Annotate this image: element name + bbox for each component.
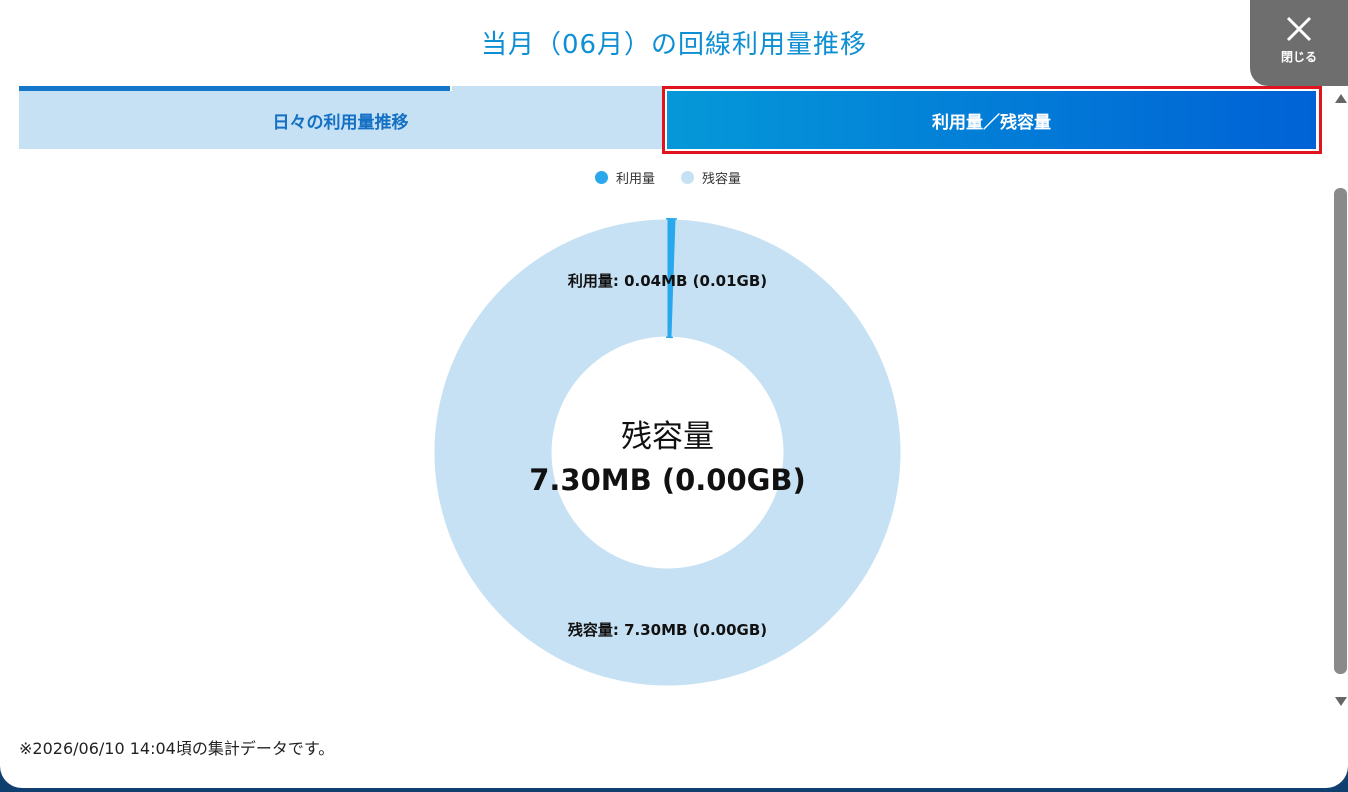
donut-center-value: 7.30MB (0.00GB) (529, 463, 806, 497)
scrollbar[interactable] (1334, 86, 1348, 710)
tab-usage-remaining[interactable]: 利用量／残容量 (667, 91, 1316, 149)
close-button[interactable]: 閉じる (1250, 0, 1348, 86)
legend-dot-usage (594, 171, 608, 184)
legend-item-usage[interactable]: 利用量 (594, 168, 655, 187)
data-timestamp-note: ※2026/06/10 14:04頃の集計データです。 (19, 739, 335, 758)
scrollbar-thumb[interactable] (1334, 188, 1347, 674)
scroll-down-arrow-icon[interactable] (1335, 697, 1347, 706)
tab-daily-usage[interactable]: 日々の利用量推移 (19, 91, 662, 149)
close-button-label: 閉じる (1280, 50, 1317, 64)
modal-title: 当月（06月）の回線利用量推移 (480, 30, 868, 60)
scroll-up-arrow-icon[interactable] (1335, 94, 1347, 103)
slice-label-usage: 利用量: 0.04MB (0.01GB) (568, 272, 767, 290)
donut-chart: 利用量: 0.04MB (0.01GB) 残容量: 7.30MB (0.00GB)… (434, 217, 901, 686)
usage-modal: 当月（06月）の回線利用量推移 閉じる 日々の利用量推移 利用量／残容量 利用量… (0, 0, 1348, 788)
legend-label-usage: 利用量 (615, 172, 655, 187)
close-icon (1286, 16, 1312, 42)
legend-item-remaining[interactable]: 残容量 (681, 168, 741, 187)
legend-dot-remaining (681, 171, 694, 184)
donut-center-title: 残容量 (621, 419, 714, 455)
chart-legend: 利用量 残容量 (0, 168, 1336, 187)
slice-label-remaining: 残容量: 7.30MB (0.00GB) (568, 621, 767, 639)
legend-label-remaining: 残容量 (702, 172, 742, 187)
